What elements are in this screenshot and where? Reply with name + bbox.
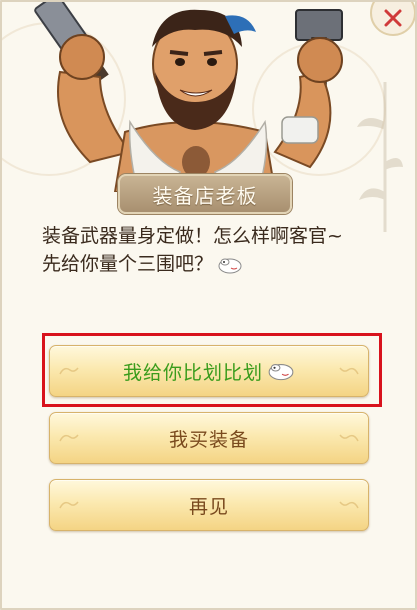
option-button-2[interactable]: 我买装备 [49, 412, 369, 464]
sheep-emoji-icon [218, 258, 242, 273]
option-label-2: 我买装备 [168, 428, 249, 451]
dialogue-line-2: 先给你量个三围吧？ [42, 253, 214, 275]
scroll-ornament-icon [339, 501, 359, 509]
dialogue-line-2-wrap: 先给你量个三围吧？ [42, 250, 392, 278]
sheep-emoji-icon [268, 364, 294, 381]
npc-name: 装备店老板 [152, 183, 258, 208]
dialogue-line-1: 装备武器量身定做！怎么样啊客官~ [42, 225, 343, 247]
scroll-ornament-icon [59, 501, 79, 509]
option-button-1[interactable]: 我给你比划比划 [49, 345, 369, 397]
scroll-ornament-icon [59, 434, 79, 442]
option-button-3[interactable]: 再见 [49, 479, 369, 531]
scroll-ornament-icon [339, 367, 359, 375]
bamboo-decoration [357, 82, 403, 232]
scroll-ornament-icon [339, 434, 359, 442]
close-button[interactable] [370, 2, 415, 36]
option-label-3: 再见 [188, 495, 229, 518]
option-label-1: 我给你比划比划 [122, 361, 263, 384]
close-icon [384, 9, 402, 27]
npc-nameplate: 装备店老板 [118, 174, 292, 214]
blacksmith-npc-portrait [34, 2, 343, 192]
dialogue-text: 装备武器量身定做！怎么样啊客官~ 先给你量个三围吧？ [42, 222, 392, 278]
npc-dialog: 装备店老板 装备武器量身定做！怎么样啊客官~ 先给你量个三围吧？ 我给你比划比划… [0, 0, 417, 610]
scroll-ornament-icon [59, 367, 79, 375]
